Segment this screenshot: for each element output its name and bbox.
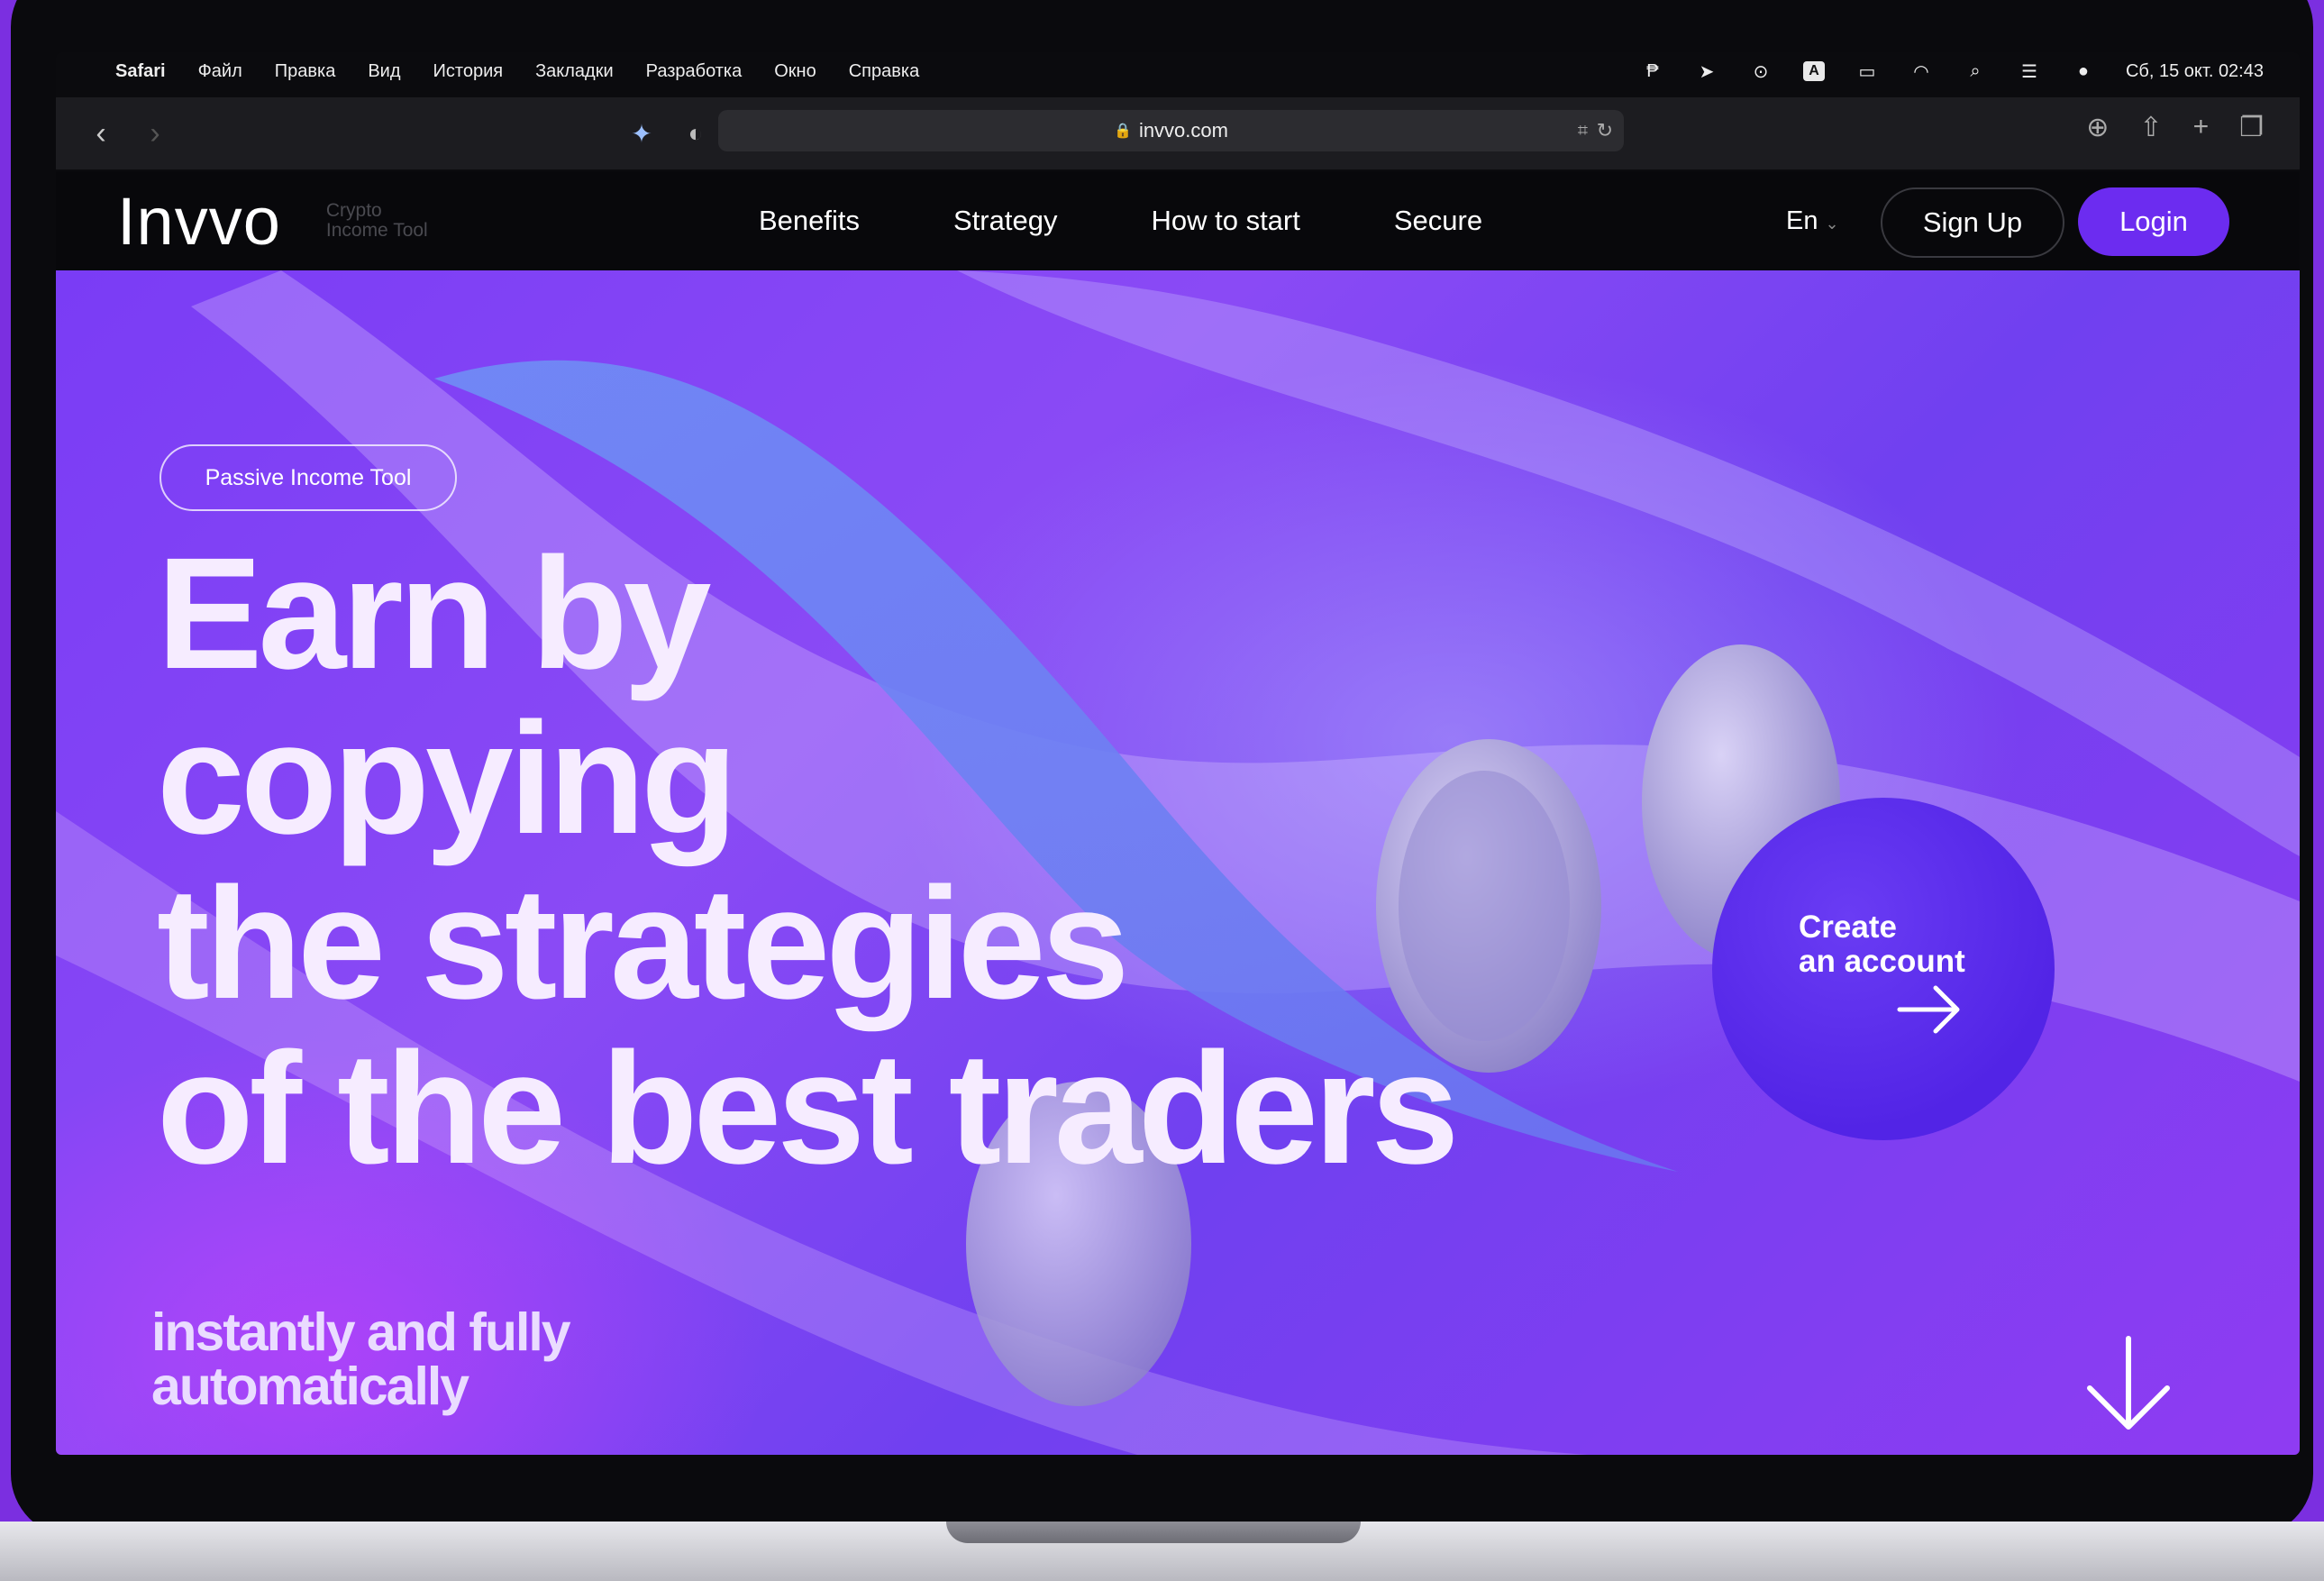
arrow-right-icon	[1897, 985, 1960, 1034]
download-icon[interactable]: ⊕	[2086, 112, 2109, 143]
create-account-label: Create an account	[1799, 910, 1965, 979]
main-nav: Benefits Strategy How to start Secure	[759, 205, 1482, 237]
menubar-item-view[interactable]: Вид	[368, 61, 400, 82]
sign-up-button[interactable]: Sign Up	[1881, 187, 2064, 258]
tabs-icon[interactable]: ❐	[2239, 112, 2264, 143]
lock-icon: 🔒	[1114, 123, 1132, 139]
login-button[interactable]: Login	[2078, 187, 2229, 256]
menubar-app-name[interactable]: Safari	[115, 61, 166, 82]
laptop-notch	[946, 1522, 1361, 1543]
screen: Safari Файл Правка Вид История Закладки …	[56, 52, 2300, 1455]
language-selector[interactable]: En ⌄	[1786, 206, 1839, 236]
subline-line-2: automatically	[151, 1357, 469, 1416]
forward-icon[interactable]: ›	[128, 116, 182, 151]
site-logo[interactable]: Invvo	[117, 183, 281, 260]
share-icon[interactable]: ⇧	[2139, 112, 2162, 143]
headline-line-1: Earn by	[157, 525, 712, 702]
logo-subtitle-line1: Crypto	[325, 200, 382, 221]
battery-icon[interactable]: ▭	[1855, 59, 1879, 83]
subline-line-1: instantly and fully	[151, 1302, 571, 1362]
text-icon[interactable]: ₱	[1641, 59, 1664, 83]
logo-subtitle: Crypto Income Tool	[326, 201, 470, 241]
chevron-down-icon: ⌄	[1825, 214, 1839, 233]
control-center-icon[interactable]: ☰	[2018, 59, 2041, 83]
create-account-line1: Create	[1799, 909, 1897, 945]
siri-icon[interactable]: ●	[2072, 59, 2095, 83]
back-icon[interactable]: ‹	[74, 116, 128, 151]
hero-subline: instantly and fully automatically	[151, 1302, 571, 1416]
create-account-button[interactable]: Create an account	[1712, 798, 2055, 1140]
passive-income-badge: Passive Income Tool	[159, 444, 457, 511]
menubar-item-edit[interactable]: Правка	[275, 61, 336, 82]
headline-line-4: of the best traders	[157, 1020, 1459, 1197]
nav-strategy[interactable]: Strategy	[953, 205, 1057, 237]
nav-how-to-start[interactable]: How to start	[1151, 205, 1299, 237]
menubar-item-history[interactable]: История	[433, 61, 504, 82]
nav-benefits[interactable]: Benefits	[759, 205, 860, 237]
new-tab-icon[interactable]: +	[2193, 112, 2210, 143]
telegram-icon[interactable]: ➤	[1695, 59, 1718, 83]
logo-subtitle-line2: Income Tool	[325, 220, 428, 241]
play-icon[interactable]: ⊙	[1749, 59, 1773, 83]
hero-section: Passive Income Tool Earn by copying the …	[56, 270, 2300, 1455]
headline-line-2: copying	[157, 690, 738, 867]
wifi-icon[interactable]: ◠	[1909, 59, 1933, 83]
menubar-datetime[interactable]: Сб, 15 окт. 02:43	[2126, 61, 2264, 82]
reader-icon[interactable]: ◐	[669, 119, 723, 148]
url-text: invvo.com	[1138, 119, 1228, 142]
shield-icon[interactable]: ✦	[615, 119, 669, 149]
spotlight-icon[interactable]: ⌕	[1964, 59, 1987, 83]
menubar-item-window[interactable]: Окно	[774, 61, 816, 82]
arrow-down-icon[interactable]	[2079, 1334, 2178, 1433]
menubar-item-bookmarks[interactable]: Закладки	[535, 61, 614, 82]
macos-menubar: Safari Файл Правка Вид История Закладки …	[56, 52, 2300, 90]
hero-headline: Earn by copying the strategies of the be…	[157, 525, 1459, 1197]
address-bar[interactable]: 🔒 invvo.com ⌗ ↻	[718, 110, 1624, 151]
reload-icon[interactable]: ↻	[1597, 119, 1613, 142]
headline-line-3: the strategies	[157, 855, 1129, 1032]
language-label: En	[1786, 206, 1818, 235]
nav-secure[interactable]: Secure	[1394, 205, 1482, 237]
menubar-item-file[interactable]: Файл	[198, 61, 242, 82]
translate-icon[interactable]: ⌗	[1578, 121, 1588, 142]
keyboard-layout-icon[interactable]: A	[1802, 61, 1825, 81]
create-account-line2: an account	[1799, 944, 1965, 979]
menubar-item-help[interactable]: Справка	[849, 61, 919, 82]
menubar-item-develop[interactable]: Разработка	[646, 61, 743, 82]
site-header: Invvo Crypto Income Tool Benefits Strate…	[56, 171, 2300, 270]
